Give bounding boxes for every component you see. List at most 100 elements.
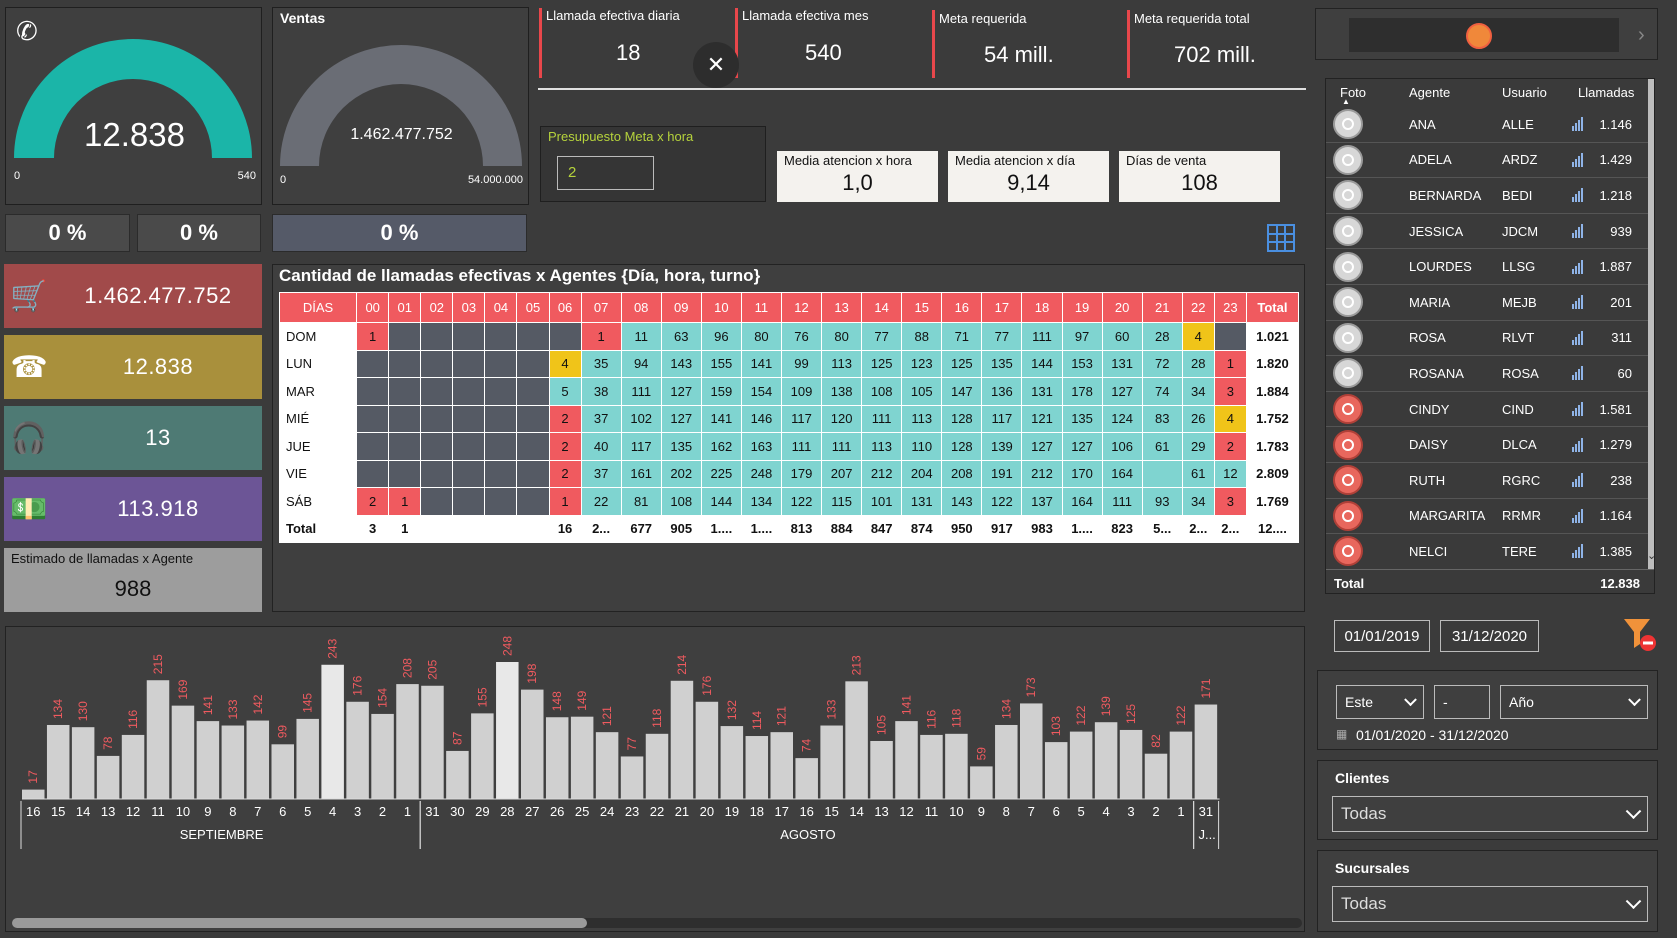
matrix-cell[interactable]: 108: [861, 377, 903, 406]
matrix-cell[interactable]: 96: [700, 322, 742, 351]
matrix-cell[interactable]: 113: [821, 349, 863, 378]
chart-bar[interactable]: [645, 733, 669, 799]
matrix-cell[interactable]: 2: [548, 432, 582, 461]
matrix-cell[interactable]: 80: [821, 322, 863, 351]
matrix-cell[interactable]: [484, 349, 518, 378]
chart-bar[interactable]: [770, 732, 794, 799]
matrix-cell[interactable]: 102: [620, 404, 662, 433]
chart-bar[interactable]: [46, 724, 70, 799]
matrix-cell[interactable]: [516, 459, 550, 488]
matrix-cell[interactable]: 143: [941, 487, 983, 516]
matrix-cell[interactable]: 202: [660, 459, 702, 488]
matrix-cell[interactable]: 4: [1213, 404, 1247, 433]
chevron-right-icon[interactable]: ›: [1638, 24, 1645, 47]
matrix-cell[interactable]: [452, 404, 486, 433]
agent-row[interactable]: ROSA RLVT 311: [1326, 321, 1648, 357]
matrix-cell[interactable]: [484, 459, 518, 488]
matrix-cell[interactable]: [516, 432, 550, 461]
matrix-cell[interactable]: [452, 432, 486, 461]
chart-bar[interactable]: [570, 716, 594, 799]
matrix-cell[interactable]: [452, 459, 486, 488]
chart-bar[interactable]: [521, 689, 544, 799]
chart-bar[interactable]: [371, 713, 394, 799]
table-grid-icon[interactable]: [1267, 224, 1295, 252]
matrix-cell[interactable]: 109: [780, 377, 823, 406]
matrix-cell[interactable]: [516, 349, 550, 378]
matrix-header-hour[interactable]: 19: [1061, 292, 1103, 323]
matrix-cell[interactable]: 127: [660, 404, 702, 433]
matrix-cell[interactable]: [356, 404, 390, 433]
matrix-cell[interactable]: 191: [981, 459, 1023, 488]
matrix-cell[interactable]: 178: [1061, 377, 1103, 406]
matrix-cell[interactable]: 170: [1061, 459, 1103, 488]
matrix-cell[interactable]: 61: [1141, 432, 1183, 461]
matrix-cell[interactable]: 76: [780, 322, 823, 351]
matrix-cell[interactable]: [484, 377, 518, 406]
matrix-header-hour[interactable]: 13: [821, 292, 863, 323]
chart-bar[interactable]: [1094, 722, 1118, 799]
matrix-cell[interactable]: 1: [388, 487, 422, 516]
matrix-header-hour[interactable]: 20: [1101, 292, 1143, 323]
chart-bar[interactable]: [321, 664, 344, 799]
matrix-cell[interactable]: [484, 432, 518, 461]
matrix-header-hour[interactable]: 18: [1021, 292, 1063, 323]
matrix-cell[interactable]: 127: [660, 377, 702, 406]
chart-bar[interactable]: [171, 705, 195, 799]
matrix-cell[interactable]: 128: [941, 404, 983, 433]
matrix-cell[interactable]: 131: [1021, 377, 1063, 406]
matrix-cell[interactable]: 147: [941, 377, 983, 406]
matrix-cell[interactable]: [388, 377, 422, 406]
chart-bar[interactable]: [895, 721, 918, 799]
matrix-cell[interactable]: 162: [700, 432, 742, 461]
matrix-cell[interactable]: 77: [981, 322, 1023, 351]
chart-bar[interactable]: [496, 662, 519, 799]
relative-mode-select[interactable]: Este: [1336, 685, 1424, 719]
matrix-cell[interactable]: [356, 459, 390, 488]
chart-bar[interactable]: [1144, 753, 1168, 799]
matrix-header-hour[interactable]: 06: [548, 292, 582, 323]
chart-bar[interactable]: [670, 680, 694, 799]
chart-bar[interactable]: [795, 758, 818, 799]
matrix-cell[interactable]: 225: [700, 459, 742, 488]
matrix-cell[interactable]: 179: [780, 459, 823, 488]
matrix-cell[interactable]: 38: [580, 377, 622, 406]
matrix-header-hour[interactable]: 23: [1213, 292, 1247, 323]
matrix-cell[interactable]: 93: [1141, 487, 1183, 516]
matrix-cell[interactable]: 212: [861, 459, 903, 488]
matrix-cell[interactable]: 115: [821, 487, 863, 516]
matrix-cell[interactable]: [1213, 322, 1247, 351]
relative-unit-select[interactable]: Año: [1500, 685, 1648, 719]
matrix-cell[interactable]: 99: [780, 349, 823, 378]
matrix-cell[interactable]: 137: [1021, 487, 1063, 516]
close-button[interactable]: ✕: [693, 42, 739, 88]
header-llamadas[interactable]: Llamadas: [1578, 85, 1634, 100]
matrix-header-hour[interactable]: 17: [981, 292, 1023, 323]
chart-bar[interactable]: [920, 734, 943, 799]
matrix-cell[interactable]: 28: [1181, 349, 1215, 378]
matrix-cell[interactable]: 97: [1061, 322, 1103, 351]
matrix-cell[interactable]: 123: [901, 349, 943, 378]
chart-bar[interactable]: [845, 681, 868, 799]
matrix-header-hour[interactable]: 01: [388, 292, 422, 323]
header-agente[interactable]: Agente: [1409, 85, 1450, 100]
matrix-header-hour[interactable]: 12: [780, 292, 823, 323]
matrix-cell[interactable]: 122: [981, 487, 1023, 516]
matrix-cell[interactable]: [420, 349, 454, 378]
matrix-cell[interactable]: [548, 322, 582, 351]
chart-bar[interactable]: [346, 701, 369, 799]
matrix-cell[interactable]: 11: [620, 322, 662, 351]
agent-row[interactable]: CINDY CIND 1.581: [1326, 392, 1648, 428]
presupuesto-input[interactable]: 2: [557, 156, 654, 190]
chart-bar[interactable]: [995, 724, 1018, 799]
matrix-cell[interactable]: 1: [548, 487, 582, 516]
chart-bar[interactable]: [820, 725, 843, 799]
matrix-cell[interactable]: 127: [1061, 432, 1103, 461]
matrix-cell[interactable]: 154: [740, 377, 782, 406]
matrix-cell[interactable]: [420, 404, 454, 433]
matrix-cell[interactable]: [388, 404, 422, 433]
matrix-cell[interactable]: 135: [660, 432, 702, 461]
agent-row[interactable]: ROSANA ROSA 60: [1326, 356, 1648, 392]
matrix-cell[interactable]: 134: [740, 487, 782, 516]
matrix-cell[interactable]: 2: [548, 459, 582, 488]
chart-bar[interactable]: [121, 734, 145, 799]
